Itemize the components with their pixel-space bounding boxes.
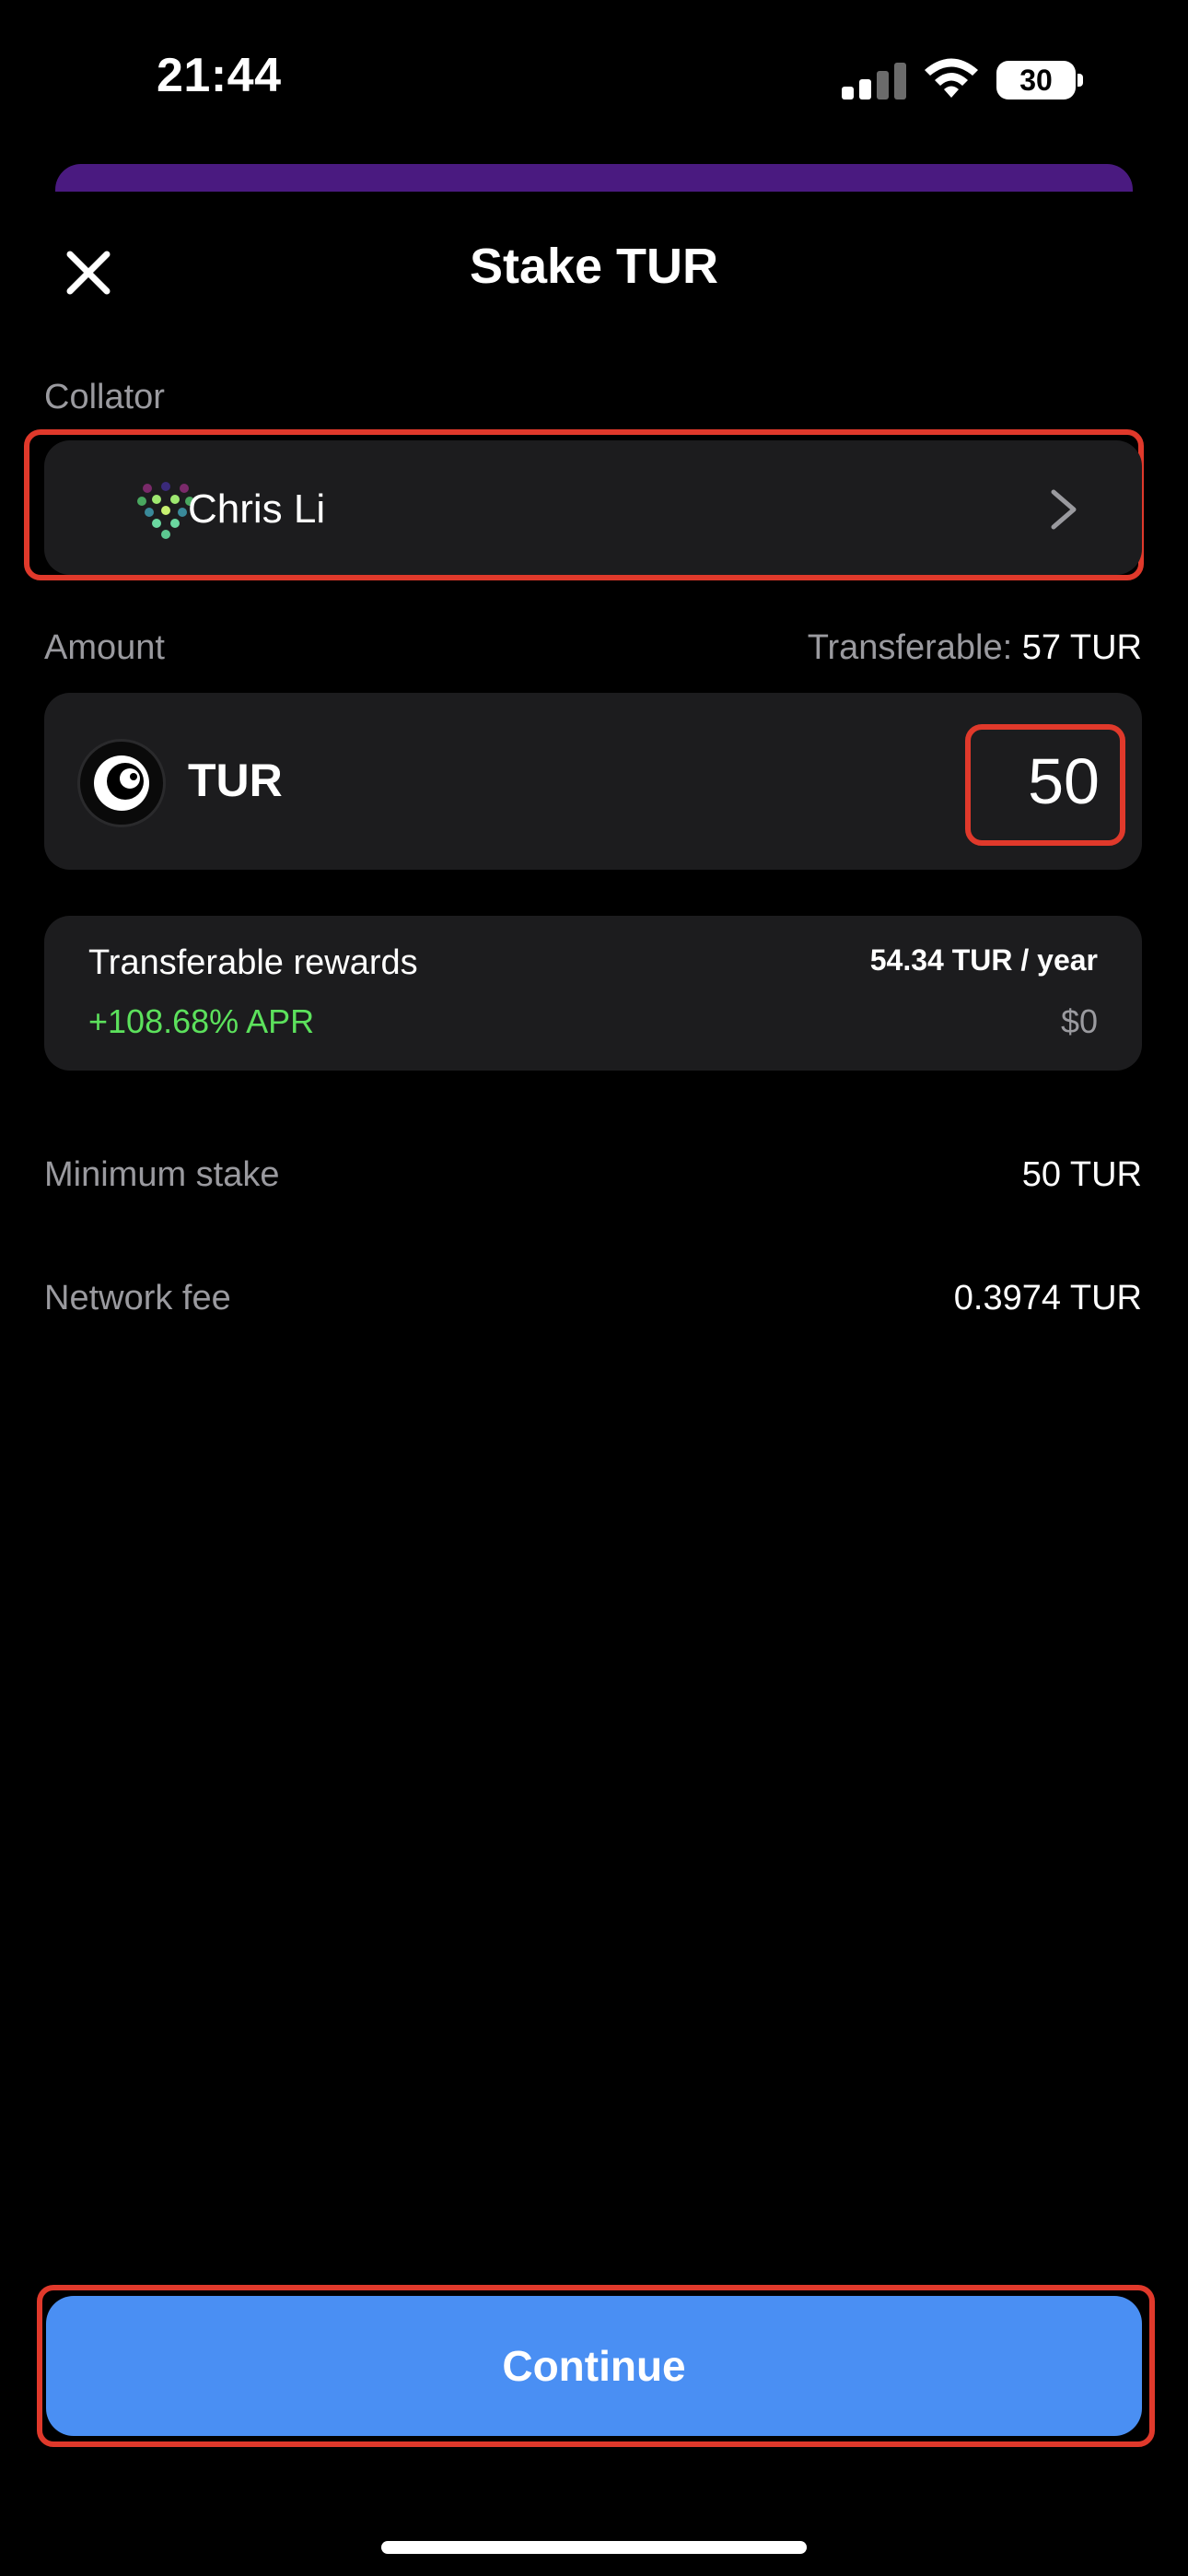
- continue-button[interactable]: Continue: [46, 2296, 1142, 2436]
- wifi-icon: [921, 57, 982, 101]
- collator-label: Collator: [44, 378, 165, 416]
- page-title: Stake TUR: [469, 239, 719, 294]
- network-fee-value: 0.3974 TUR: [953, 1279, 1142, 1317]
- amount-label: Amount: [44, 628, 165, 667]
- rewards-card: Transferable rewards +108.68% APR 54.34 …: [44, 916, 1142, 1071]
- token-symbol: TUR: [188, 755, 283, 806]
- rewards-usd: $0: [1060, 1002, 1098, 1040]
- minimum-stake-label: Minimum stake: [44, 1155, 280, 1194]
- rewards-per-year: 54.34 TUR / year: [869, 943, 1098, 977]
- home-indicator: [381, 2541, 807, 2554]
- battery-icon: 30: [996, 61, 1083, 100]
- chevron-right-icon: [1048, 486, 1079, 533]
- apr-value: +108.68% APR: [88, 1002, 315, 1040]
- collator-name: Chris Li: [188, 486, 326, 532]
- minimum-stake-value: 50 TUR: [1021, 1155, 1142, 1194]
- background-sheet-edge: [55, 164, 1133, 192]
- collator-selector[interactable]: Chris Li: [44, 440, 1142, 575]
- battery-level: 30: [996, 61, 1076, 100]
- transferable-balance: Transferable: 57 TUR: [808, 628, 1142, 668]
- rewards-title: Transferable rewards: [88, 943, 418, 982]
- transferable-label: Transferable:: [807, 628, 1013, 667]
- status-time: 21:44: [157, 49, 282, 102]
- transferable-value: 57 TUR: [1021, 628, 1142, 667]
- cellular-signal-icon: [842, 61, 906, 100]
- amount-highlight: [965, 724, 1125, 846]
- network-fee-label: Network fee: [44, 1279, 231, 1317]
- turing-token-icon: [77, 739, 166, 827]
